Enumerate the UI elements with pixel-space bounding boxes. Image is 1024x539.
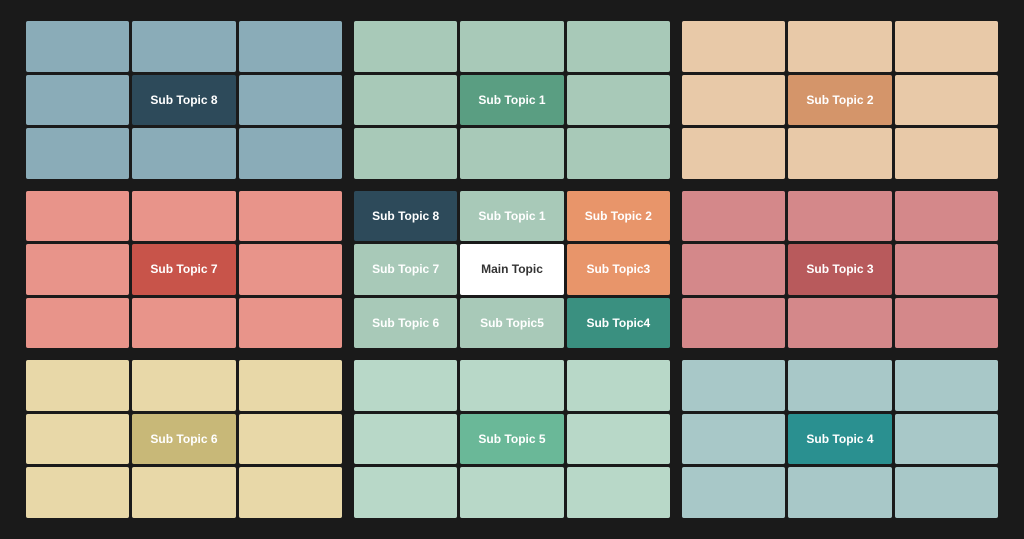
cell[interactable] [567, 414, 670, 465]
cell[interactable] [26, 244, 129, 295]
cell[interactable] [239, 244, 342, 295]
cell[interactable] [567, 360, 670, 411]
cell[interactable] [682, 414, 785, 465]
center-sub-topic-5[interactable]: Sub Topic5 [460, 298, 563, 349]
cell[interactable] [788, 21, 891, 72]
cell[interactable] [354, 21, 457, 72]
cell[interactable] [682, 467, 785, 518]
cell[interactable] [132, 191, 235, 242]
cell[interactable] [26, 467, 129, 518]
center-sub-topic-6[interactable]: Sub Topic 6 [354, 298, 457, 349]
cell[interactable] [26, 414, 129, 465]
panel-main-topic: Sub Topic 8 Sub Topic 1 Sub Topic 2 Sub … [351, 188, 673, 352]
cell[interactable] [239, 75, 342, 126]
cell[interactable] [354, 75, 457, 126]
cell[interactable] [239, 414, 342, 465]
cell[interactable] [132, 467, 235, 518]
cell[interactable] [239, 191, 342, 242]
cell[interactable] [895, 21, 998, 72]
center-sub-topic-8[interactable]: Sub Topic 8 [354, 191, 457, 242]
cell[interactable] [460, 21, 563, 72]
panel-sub-topic-2: Sub Topic 2 [679, 18, 1001, 182]
cell[interactable] [895, 128, 998, 179]
cell[interactable] [895, 298, 998, 349]
center-sub-topic-1[interactable]: Sub Topic 1 [460, 191, 563, 242]
cell[interactable] [682, 298, 785, 349]
cell[interactable] [239, 467, 342, 518]
cell[interactable] [682, 75, 785, 126]
cell[interactable] [567, 128, 670, 179]
cell[interactable] [239, 128, 342, 179]
cell[interactable] [26, 75, 129, 126]
cell[interactable] [895, 191, 998, 242]
cell[interactable] [788, 298, 891, 349]
cell[interactable] [682, 191, 785, 242]
cell[interactable] [354, 467, 457, 518]
panel-sub-topic-8: Sub Topic 8 [23, 18, 345, 182]
sub-topic-5-label[interactable]: Sub Topic 5 [460, 414, 563, 465]
cell[interactable] [682, 128, 785, 179]
cell[interactable] [26, 191, 129, 242]
cell[interactable] [460, 467, 563, 518]
sub-topic-8-label[interactable]: Sub Topic 8 [132, 75, 235, 126]
main-topic-label[interactable]: Main Topic [460, 244, 563, 295]
cell[interactable] [682, 21, 785, 72]
center-sub-topic-7[interactable]: Sub Topic 7 [354, 244, 457, 295]
cell[interactable] [895, 360, 998, 411]
cell[interactable] [26, 21, 129, 72]
cell[interactable] [26, 298, 129, 349]
cell[interactable] [132, 298, 235, 349]
mind-map-grid: Sub Topic 8 Sub Topic 1 Sub Topic 2 Su [17, 12, 1007, 527]
cell[interactable] [26, 360, 129, 411]
cell[interactable] [354, 128, 457, 179]
panel-sub-topic-4: Sub Topic 4 [679, 357, 1001, 521]
panel-sub-topic-3: Sub Topic 3 [679, 188, 1001, 352]
cell[interactable] [132, 360, 235, 411]
sub-topic-7-label[interactable]: Sub Topic 7 [132, 244, 235, 295]
cell[interactable] [788, 360, 891, 411]
cell[interactable] [26, 128, 129, 179]
cell[interactable] [567, 75, 670, 126]
cell[interactable] [239, 360, 342, 411]
cell[interactable] [788, 191, 891, 242]
center-sub-topic-4[interactable]: Sub Topic4 [567, 298, 670, 349]
center-sub-topic-3[interactable]: Sub Topic3 [567, 244, 670, 295]
cell[interactable] [567, 467, 670, 518]
cell[interactable] [895, 75, 998, 126]
center-sub-topic-2[interactable]: Sub Topic 2 [567, 191, 670, 242]
cell[interactable] [132, 128, 235, 179]
panel-sub-topic-5: Sub Topic 5 [351, 357, 673, 521]
cell[interactable] [895, 414, 998, 465]
cell[interactable] [788, 467, 891, 518]
cell[interactable] [239, 298, 342, 349]
cell[interactable] [682, 244, 785, 295]
cell[interactable] [788, 128, 891, 179]
cell[interactable] [239, 21, 342, 72]
sub-topic-1-label[interactable]: Sub Topic 1 [460, 75, 563, 126]
sub-topic-3-label[interactable]: Sub Topic 3 [788, 244, 891, 295]
panel-sub-topic-7: Sub Topic 7 [23, 188, 345, 352]
sub-topic-4-label[interactable]: Sub Topic 4 [788, 414, 891, 465]
cell[interactable] [567, 21, 670, 72]
cell[interactable] [460, 128, 563, 179]
cell[interactable] [460, 360, 563, 411]
cell[interactable] [895, 467, 998, 518]
cell[interactable] [354, 360, 457, 411]
sub-topic-2-label[interactable]: Sub Topic 2 [788, 75, 891, 126]
panel-sub-topic-1: Sub Topic 1 [351, 18, 673, 182]
cell[interactable] [895, 244, 998, 295]
panel-sub-topic-6: Sub Topic 6 [23, 357, 345, 521]
cell[interactable] [354, 414, 457, 465]
cell[interactable] [682, 360, 785, 411]
cell[interactable] [132, 21, 235, 72]
sub-topic-6-label[interactable]: Sub Topic 6 [132, 414, 235, 465]
